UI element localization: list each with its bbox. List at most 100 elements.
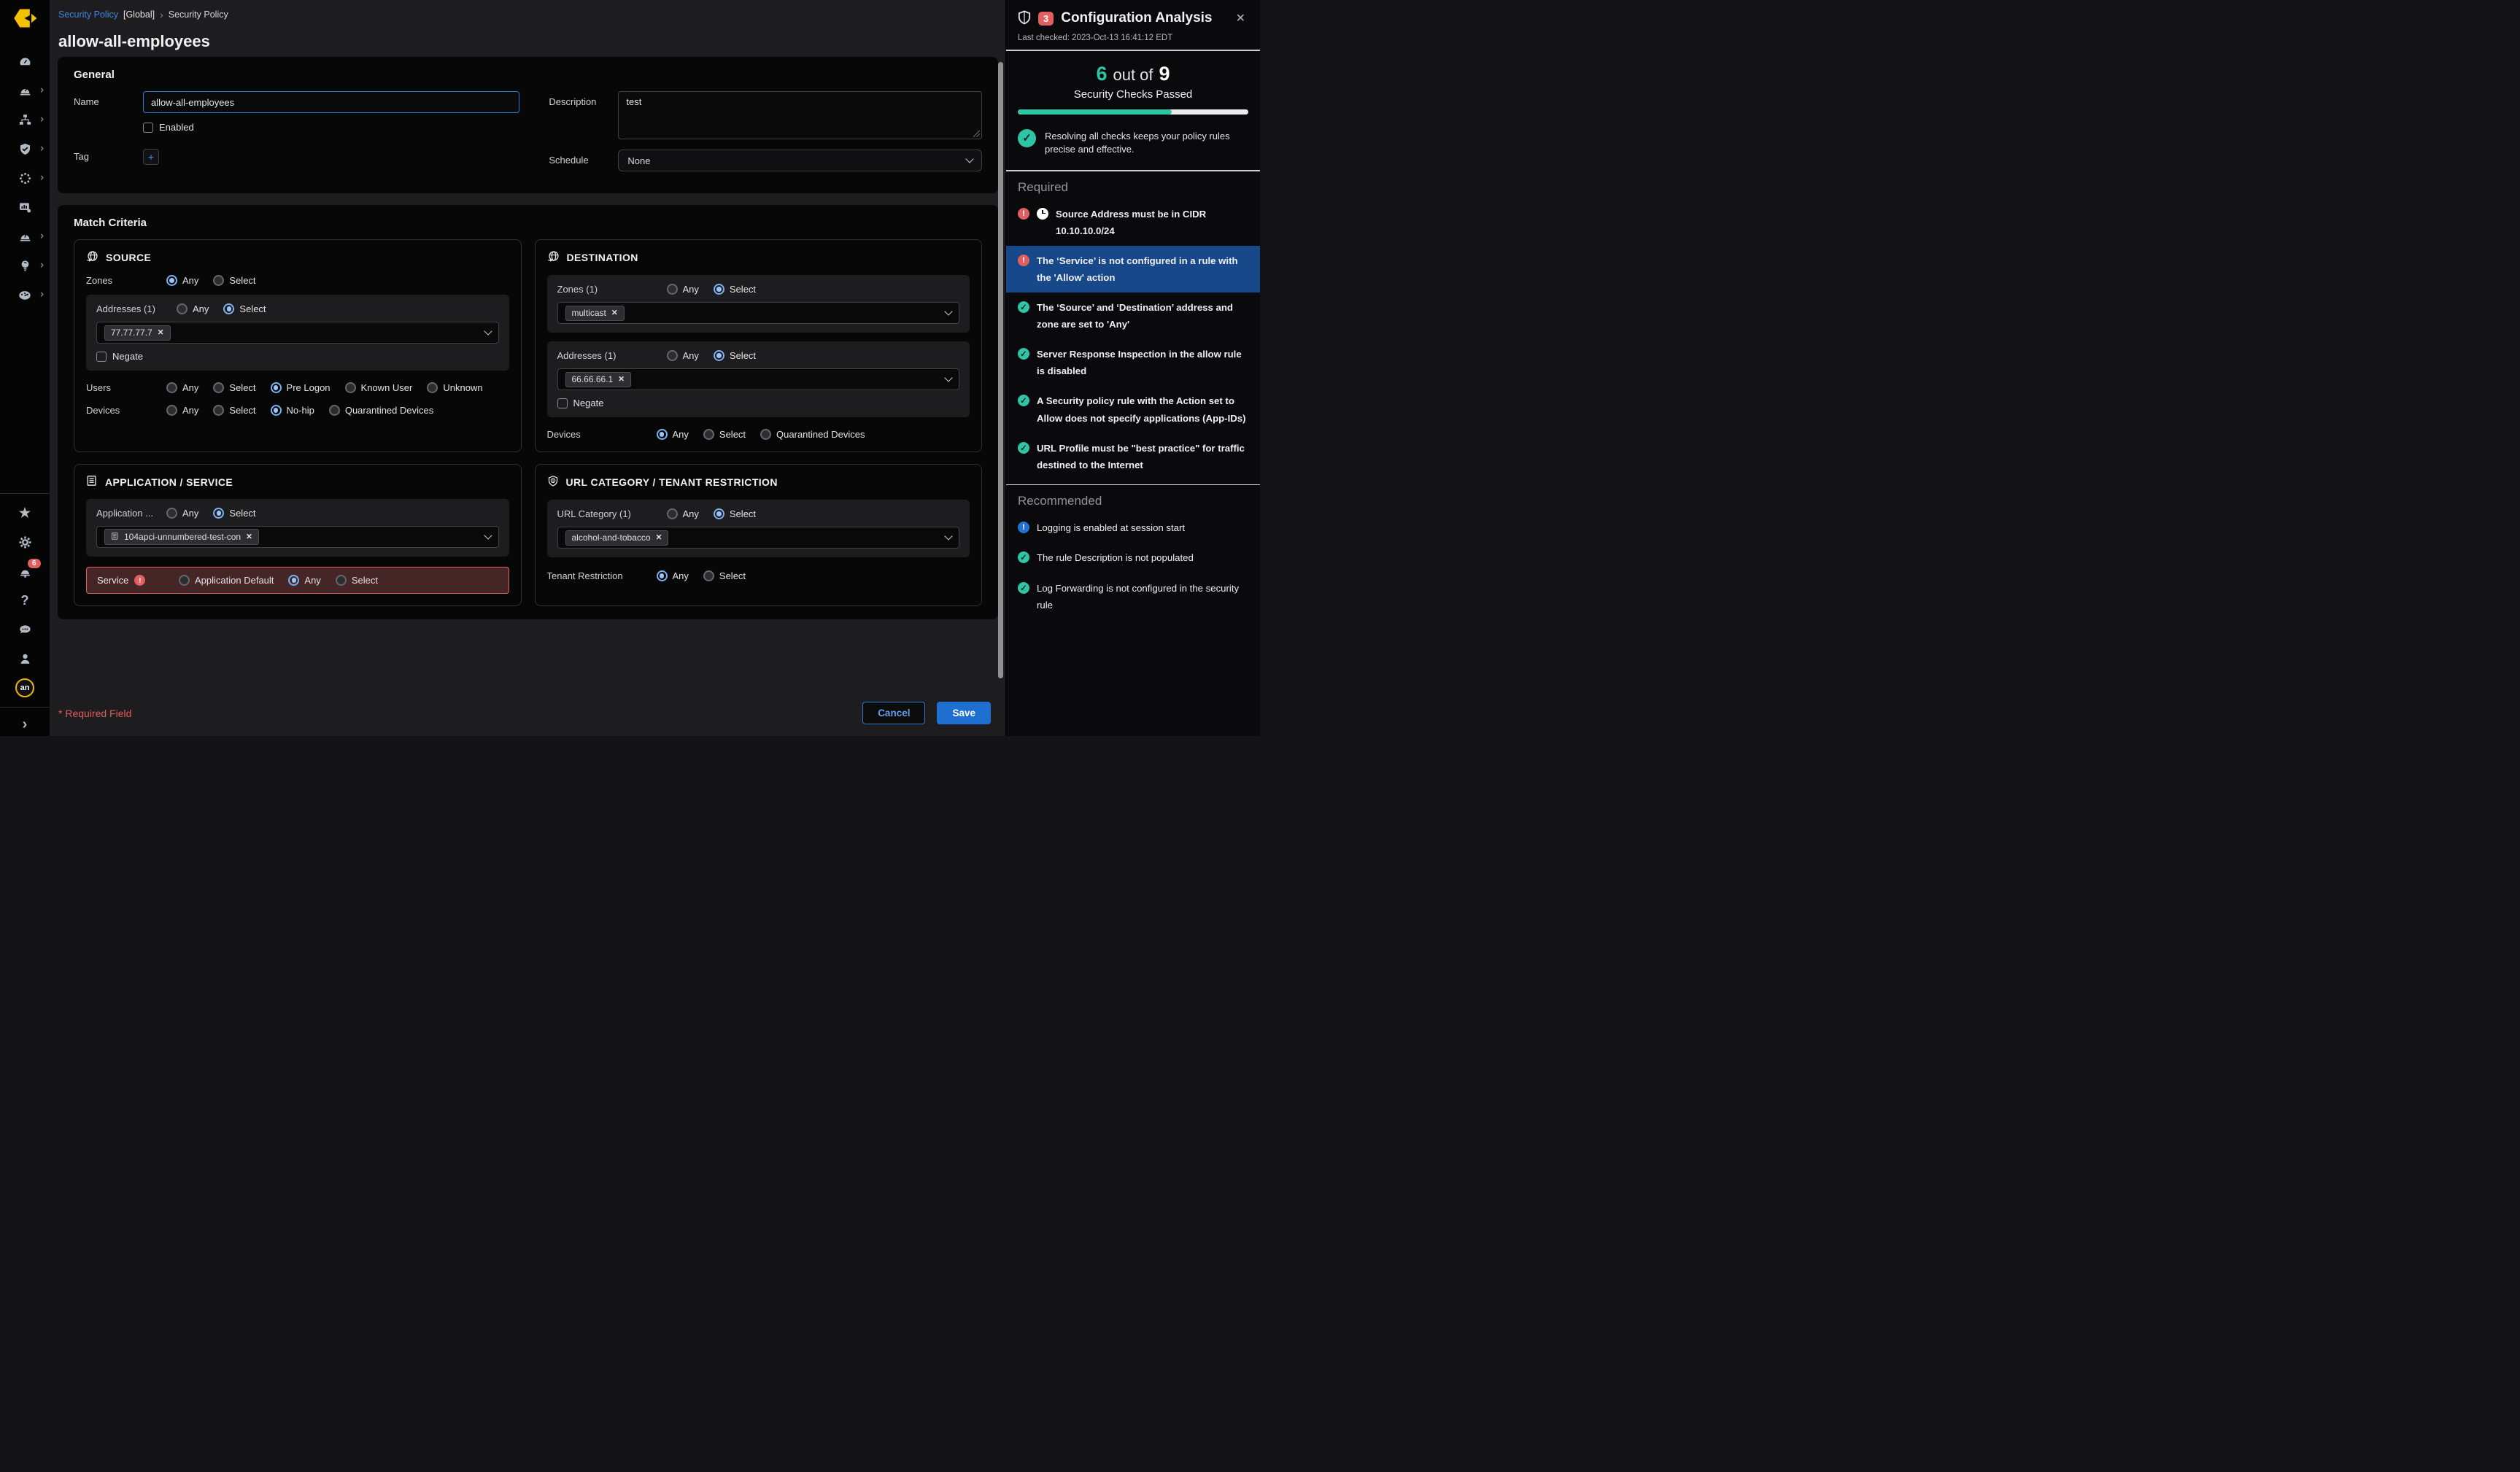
sidebar-item-avatar[interactable]: an xyxy=(4,673,45,702)
radio-select[interactable]: Select xyxy=(336,575,378,586)
analysis-check-item[interactable]: The rule Description is not populated xyxy=(1006,543,1260,573)
radio-application-default[interactable]: Application Default xyxy=(179,575,274,586)
radio-circle[interactable] xyxy=(213,275,224,286)
radio-circle[interactable] xyxy=(760,429,771,440)
radio-circle[interactable] xyxy=(271,405,282,416)
destination-zones-input[interactable]: multicast ✕ xyxy=(557,302,960,324)
radio-select[interactable]: Select xyxy=(703,429,746,440)
radio-select[interactable]: Select xyxy=(714,350,756,361)
application-input[interactable]: 104apci-unnumbered-test-con ✕ xyxy=(96,526,499,548)
radio-circle[interactable] xyxy=(329,405,340,416)
sidebar-item-reports[interactable] xyxy=(4,193,45,222)
radio-circle[interactable] xyxy=(427,382,438,393)
sidebar-item-dashboard[interactable] xyxy=(4,47,45,76)
radio-select[interactable]: Select xyxy=(223,303,266,314)
radio-any[interactable]: Any xyxy=(667,284,699,295)
radio-circle[interactable] xyxy=(703,570,714,581)
radio-circle[interactable] xyxy=(223,303,234,314)
remove-chip-icon[interactable]: ✕ xyxy=(618,375,625,384)
sidebar-item-network[interactable]: › xyxy=(4,105,45,134)
remove-chip-icon[interactable]: ✕ xyxy=(656,533,662,542)
radio-circle[interactable] xyxy=(657,570,668,581)
radio-circle[interactable] xyxy=(288,575,299,586)
radio-any[interactable]: Any xyxy=(166,382,198,393)
sidebar-item-monitoring[interactable]: › xyxy=(4,280,45,309)
analysis-check-item[interactable]: Log Forwarding is not configured in the … xyxy=(1006,573,1260,620)
radio-no-hip[interactable]: No-hip xyxy=(271,405,314,416)
name-input[interactable] xyxy=(143,91,519,113)
radio-quarantined-devices[interactable]: Quarantined Devices xyxy=(760,429,865,440)
radio-select[interactable]: Select xyxy=(213,275,255,286)
radio-select[interactable]: Select xyxy=(213,405,255,416)
enabled-checkbox[interactable] xyxy=(143,123,153,133)
sidebar-item-security-policy[interactable]: › xyxy=(4,134,45,163)
radio-circle[interactable] xyxy=(714,284,724,295)
radio-select[interactable]: Select xyxy=(213,382,255,393)
radio-any[interactable]: Any xyxy=(166,405,198,416)
analysis-check-item[interactable]: URL Profile must be "best practice" for … xyxy=(1006,433,1260,480)
negate-checkbox[interactable] xyxy=(557,398,568,408)
radio-circle[interactable] xyxy=(703,429,714,440)
radio-circle[interactable] xyxy=(714,350,724,361)
radio-circle[interactable] xyxy=(336,575,347,586)
sidebar-item-help[interactable]: ? xyxy=(4,586,45,615)
close-icon[interactable]: ✕ xyxy=(1233,9,1248,27)
sidebar-item-services[interactable]: › xyxy=(4,163,45,193)
radio-unknown[interactable]: Unknown xyxy=(427,382,482,393)
radio-circle[interactable] xyxy=(657,429,668,440)
breadcrumb-link[interactable]: Security Policy xyxy=(58,9,118,20)
radio-select[interactable]: Select xyxy=(703,570,746,581)
radio-circle[interactable] xyxy=(667,508,678,519)
description-input[interactable]: test xyxy=(618,91,982,139)
radio-any[interactable]: Any xyxy=(657,429,689,440)
radio-quarantined-devices[interactable]: Quarantined Devices xyxy=(329,405,433,416)
radio-known-user[interactable]: Known User xyxy=(345,382,413,393)
brand-logo-icon[interactable] xyxy=(12,7,37,29)
analysis-check-item[interactable]: Logging is enabled at session start xyxy=(1006,513,1260,543)
schedule-select[interactable]: None xyxy=(618,150,982,171)
radio-any[interactable]: Any xyxy=(166,508,198,519)
radio-any[interactable]: Any xyxy=(667,508,699,519)
radio-circle[interactable] xyxy=(179,575,190,586)
sidebar-item-incidents[interactable]: › xyxy=(4,76,45,105)
url-category-input[interactable]: alcohol-and-tobacco ✕ xyxy=(557,527,960,549)
radio-circle[interactable] xyxy=(166,508,177,519)
radio-circle[interactable] xyxy=(213,382,224,393)
radio-any[interactable]: Any xyxy=(667,350,699,361)
radio-circle[interactable] xyxy=(271,382,282,393)
save-button[interactable]: Save xyxy=(937,702,991,724)
radio-circle[interactable] xyxy=(667,350,678,361)
radio-circle[interactable] xyxy=(213,405,224,416)
source-addresses-input[interactable]: 77.77.77.7 ✕ xyxy=(96,322,499,344)
sidebar-item-settings[interactable] xyxy=(4,527,45,557)
analysis-check-item[interactable]: A Security policy rule with the Action s… xyxy=(1006,386,1260,433)
analysis-check-item[interactable]: The ‘Service’ is not configured in a rul… xyxy=(1006,246,1260,293)
sidebar-item-account[interactable] xyxy=(4,644,45,673)
sidebar-item-feedback[interactable] xyxy=(4,615,45,644)
radio-any[interactable]: Any xyxy=(657,570,689,581)
remove-chip-icon[interactable]: ✕ xyxy=(246,532,252,541)
sidebar-item-favorites[interactable]: ★ xyxy=(4,498,45,527)
radio-circle[interactable] xyxy=(213,508,224,519)
radio-circle[interactable] xyxy=(166,405,177,416)
negate-checkbox[interactable] xyxy=(96,352,107,362)
sidebar-item-alerts[interactable]: › xyxy=(4,222,45,251)
radio-circle[interactable] xyxy=(714,508,724,519)
destination-addresses-input[interactable]: 66.66.66.1 ✕ xyxy=(557,368,960,390)
radio-pre-logon[interactable]: Pre Logon xyxy=(271,382,331,393)
sidebar-item-insights[interactable]: › xyxy=(4,251,45,280)
radio-circle[interactable] xyxy=(177,303,188,314)
radio-any[interactable]: Any xyxy=(288,575,320,586)
radio-circle[interactable] xyxy=(345,382,356,393)
radio-any[interactable]: Any xyxy=(166,275,198,286)
add-tag-button[interactable]: + xyxy=(143,149,159,165)
analysis-check-item[interactable]: The ‘Source’ and ‘Destination’ address a… xyxy=(1006,293,1260,339)
remove-chip-icon[interactable]: ✕ xyxy=(611,309,618,317)
radio-select[interactable]: Select xyxy=(213,508,255,519)
analysis-check-item[interactable]: Source Address must be in CIDR 10.10.10.… xyxy=(1006,199,1260,246)
scrollbar-thumb[interactable] xyxy=(998,62,1003,678)
cancel-button[interactable]: Cancel xyxy=(862,702,925,724)
radio-circle[interactable] xyxy=(166,275,177,286)
radio-any[interactable]: Any xyxy=(177,303,209,314)
radio-circle[interactable] xyxy=(166,382,177,393)
